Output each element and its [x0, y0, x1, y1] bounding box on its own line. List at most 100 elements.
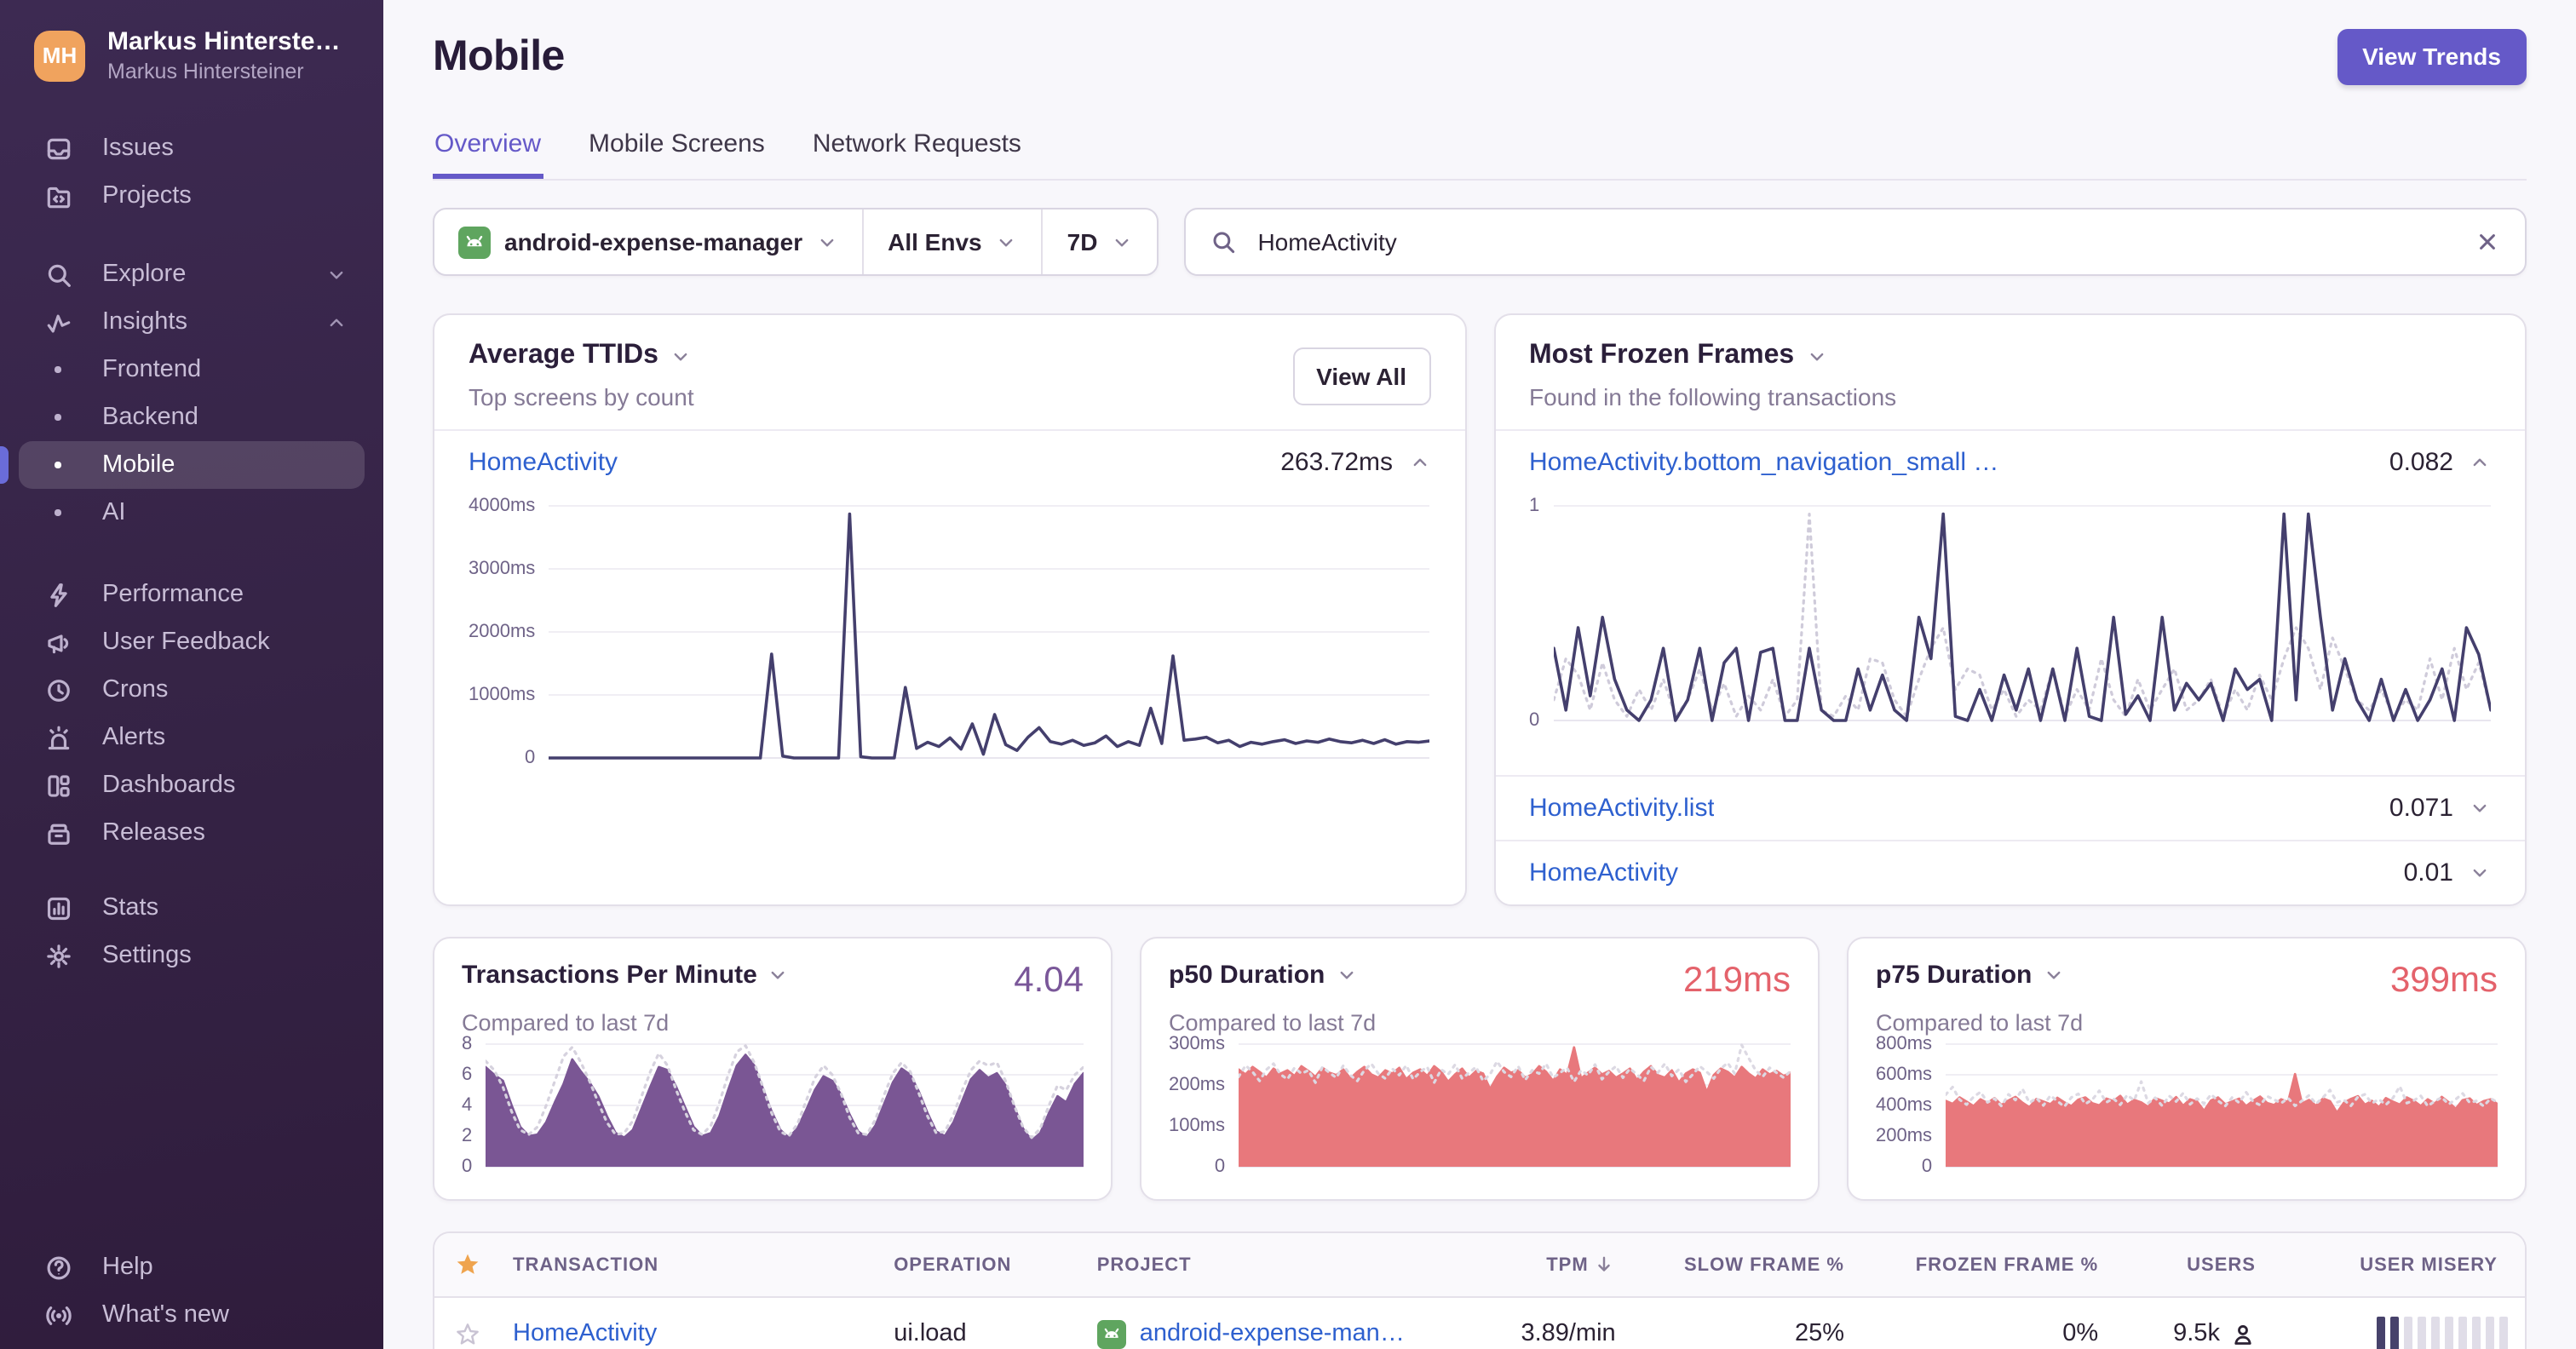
sidebar-item-user-feedback[interactable]: User Feedback	[19, 618, 365, 666]
sidebar-item-help[interactable]: Help	[19, 1243, 365, 1291]
megaphone-icon	[43, 628, 73, 657]
y-axis-tick: 1	[1529, 496, 1540, 516]
most-frozen-frames-title[interactable]: Most Frozen Frames	[1529, 341, 1896, 371]
average-ttids-title[interactable]: Average TTIDs	[469, 341, 694, 371]
chevron-down-icon	[325, 263, 348, 285]
tpm-cell: 3.89/min	[1521, 1320, 1616, 1347]
search-input[interactable]	[1254, 227, 2457, 257]
tpm-area-chart	[486, 1042, 1084, 1168]
y-axis-tick: 8	[462, 1034, 473, 1054]
transaction-link[interactable]: HomeActivity	[469, 448, 618, 477]
tab-mobile-screens[interactable]: Mobile Screens	[587, 119, 767, 179]
environment-selector[interactable]: All Envs	[862, 210, 1042, 274]
col-slow-frame[interactable]: Slow Frame %	[1630, 1254, 1858, 1275]
sidebar-item-insights[interactable]: Insights	[19, 298, 365, 346]
chevron-up-icon	[325, 311, 348, 333]
sidebar-item-performance[interactable]: Performance	[19, 571, 365, 618]
sidebar-item-backend[interactable]: Backend	[19, 393, 365, 441]
sidebar-item-explore[interactable]: Explore	[19, 250, 365, 298]
sidebar-item-projects[interactable]: Projects	[19, 172, 365, 220]
clear-search-icon[interactable]	[2474, 228, 2501, 255]
sidebar-item-ai[interactable]: AI	[19, 489, 365, 537]
bullet-icon	[43, 366, 73, 373]
android-project-icon	[1096, 1319, 1126, 1348]
y-axis-labels: 800ms 600ms 400ms 200ms 0	[1876, 1034, 1946, 1177]
sidebar-section-3: Stats Settings	[0, 884, 383, 979]
page-header: Mobile View Trends	[433, 27, 2527, 85]
transaction-link[interactable]: HomeActivity	[1529, 858, 1678, 887]
main-content: Mobile View Trends Overview Mobile Screen…	[383, 0, 2576, 1349]
filter-bar: android-expense-manager All Envs 7D	[433, 208, 2527, 276]
y-axis-tick: 400ms	[1876, 1095, 1933, 1116]
col-project[interactable]: Project	[1084, 1254, 1427, 1275]
sidebar-item-what-s-new[interactable]: What's new	[19, 1291, 365, 1339]
tpm-card: Transactions Per Minute 4.04 Compared to…	[433, 937, 1113, 1201]
sidebar-item-stats[interactable]: Stats	[19, 884, 365, 932]
frozen-frame-cell: 0%	[2062, 1320, 2099, 1347]
sidebar-item-label: Backend	[102, 404, 198, 431]
collapse-row-icon[interactable]	[1408, 451, 1430, 474]
sidebar-item-label: AI	[102, 499, 126, 526]
sidebar-item-settings[interactable]: Settings	[19, 932, 365, 979]
transaction-link[interactable]: HomeActivity	[513, 1320, 657, 1347]
p75-area-chart	[1946, 1042, 2498, 1168]
tpm-chart-svg	[486, 1043, 1084, 1168]
sidebar-item-label: Help	[102, 1254, 153, 1281]
view-all-button[interactable]: View All	[1292, 347, 1430, 405]
person-icon	[2230, 1321, 2256, 1346]
sidebar-item-dashboards[interactable]: Dashboards	[19, 761, 365, 809]
date-range-selector[interactable]: 7D	[1041, 210, 1158, 274]
sidebar-item-label: Alerts	[102, 724, 166, 751]
col-tpm[interactable]: TPM	[1426, 1254, 1630, 1276]
col-operation[interactable]: Operation	[880, 1254, 1084, 1275]
folder-code-icon	[43, 181, 73, 210]
sidebar-item-issues[interactable]: Issues	[19, 124, 365, 172]
project-link[interactable]: android-expense-manager	[1140, 1320, 1413, 1347]
y-axis-tick: 3000ms	[469, 559, 536, 579]
frozen-frames-value: 0.071	[2389, 794, 2453, 823]
view-trends-button[interactable]: View Trends	[2337, 28, 2527, 84]
chevron-down-icon	[996, 231, 1018, 253]
expand-row-icon[interactable]	[2469, 797, 2491, 819]
average-ttids-subtitle: Top screens by count	[469, 383, 694, 410]
col-transaction[interactable]: Transaction	[499, 1254, 880, 1275]
expand-row-icon[interactable]	[2469, 862, 2491, 884]
star-outline-icon[interactable]	[434, 1321, 499, 1346]
col-user-misery[interactable]: User Misery	[2269, 1254, 2525, 1275]
p50-subtitle: Compared to last 7d	[1169, 1010, 1377, 1036]
sort-descending-icon	[1594, 1254, 1616, 1276]
sidebar-item-crons[interactable]: Crons	[19, 666, 365, 714]
y-axis-tick: 100ms	[1169, 1116, 1226, 1136]
transaction-link[interactable]: HomeActivity.list	[1529, 794, 1715, 823]
misery-bar-empty	[2444, 1317, 2453, 1349]
y-axis-tick: 0	[1214, 1157, 1226, 1177]
user-org: Markus Hintersteiner	[107, 60, 304, 83]
page-filters: android-expense-manager All Envs 7D	[433, 208, 1159, 276]
project-selector[interactable]: android-expense-manager	[434, 210, 862, 274]
pulse-icon	[43, 307, 73, 336]
p75-value: 399ms	[2389, 961, 2498, 1000]
search-icon	[1210, 228, 1237, 255]
col-users[interactable]: Users	[2112, 1254, 2269, 1275]
y-axis-tick: 300ms	[1169, 1034, 1226, 1054]
sidebar-item-alerts[interactable]: Alerts	[19, 714, 365, 761]
user-menu[interactable]: MH Markus Hintersteiner Markus Hinterste…	[0, 0, 383, 83]
sidebar-nav: Issues Projects Explore Insights Frontend Bac…	[0, 83, 383, 1243]
sidebar-item-mobile[interactable]: Mobile	[0, 441, 365, 489]
sidebar-item-label: Mobile	[102, 451, 175, 479]
tab-network-requests[interactable]: Network Requests	[811, 119, 1023, 179]
sidebar-item-frontend[interactable]: Frontend	[19, 346, 365, 393]
chevron-down-icon	[816, 231, 838, 253]
y-axis-tick: 200ms	[1876, 1126, 1933, 1146]
p50-title[interactable]: p50 Duration	[1169, 961, 1357, 990]
collapse-row-icon[interactable]	[2469, 451, 2491, 474]
sidebar-item-releases[interactable]: Releases	[19, 809, 365, 857]
users-count: 9.5k	[2173, 1320, 2220, 1347]
col-frozen-frame[interactable]: Frozen Frame %	[1858, 1254, 2112, 1275]
transaction-link[interactable]: HomeActivity.bottom_navigation_small …	[1529, 448, 1998, 477]
y-axis-tick: 0	[525, 748, 536, 768]
star-filled-icon[interactable]	[434, 1252, 499, 1277]
tab-overview[interactable]: Overview	[433, 119, 543, 179]
p75-title[interactable]: p75 Duration	[1876, 961, 2064, 990]
tpm-title[interactable]: Transactions Per Minute	[462, 961, 790, 990]
